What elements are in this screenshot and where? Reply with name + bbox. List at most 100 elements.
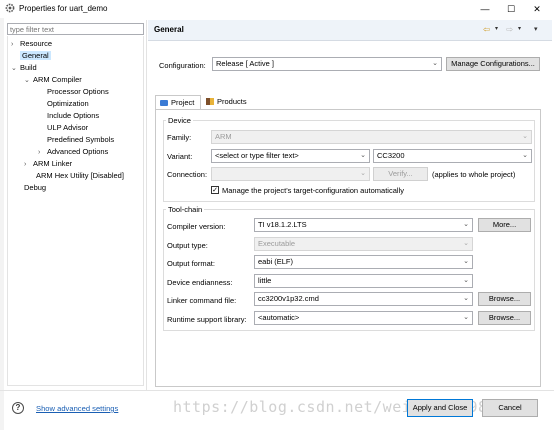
manage-target-checkbox[interactable]: ✓ [211, 186, 219, 194]
variant-label: Variant: [167, 152, 193, 161]
chevron-down-icon[interactable]: ⌄ [24, 75, 33, 87]
variant-filter-text: <select or type filter text> [215, 151, 299, 160]
tree-item-arm-linker[interactable]: › ARM Linker [24, 158, 72, 170]
runtime-library-value: <automatic> [258, 313, 300, 322]
tree-item-label: Debug [24, 183, 47, 192]
runtime-library-label: Runtime support library: [167, 315, 247, 324]
tree-item-debug[interactable]: Debug [24, 182, 46, 194]
back-history-dropdown[interactable]: ▾ [495, 25, 498, 32]
family-value: ARM [215, 132, 232, 141]
tree-item-processor-options[interactable]: Processor Options [47, 86, 109, 98]
manage-target-label: Manage the project's target-configuratio… [222, 186, 404, 195]
page-header: General ⇦ ▾ ⇨ ▾ ▾ [148, 20, 552, 41]
tree-item-advanced-options[interactable]: › Advanced Options [38, 146, 108, 158]
tree-item-general[interactable]: General [20, 50, 51, 62]
apply-and-close-button[interactable]: Apply and Close [407, 399, 473, 417]
window-title: Properties for uart_demo [19, 4, 108, 13]
tab-project[interactable]: Project [155, 95, 201, 110]
page-title: General [154, 25, 184, 34]
tab-label: Products [217, 97, 247, 106]
tree-item-build[interactable]: ⌄ Build [11, 62, 37, 74]
panel-splitter[interactable] [146, 20, 147, 390]
tree-item-label: ARM Hex Utility [Disabled] [36, 171, 124, 180]
tree-item-label: ULP Advisor [47, 123, 89, 132]
browse-linker-button[interactable]: Browse... [478, 292, 531, 306]
endianness-label: Device endianness: [167, 278, 233, 287]
back-arrow-icon[interactable]: ⇦ [483, 24, 490, 35]
chevron-right-icon[interactable]: › [11, 39, 20, 51]
verify-button[interactable]: Verify... [373, 167, 428, 181]
minimize-button[interactable]: — [472, 0, 498, 18]
tree-item-label: General [20, 51, 51, 60]
compiler-version-select[interactable]: TI v18.1.2.LTS ⌄ [254, 218, 473, 232]
chevron-down-icon: ⌄ [463, 240, 469, 247]
cancel-button[interactable]: Cancel [482, 399, 538, 417]
device-group-title: Device [166, 116, 193, 125]
tree-item-label: Build [20, 63, 37, 72]
configuration-select[interactable]: Release [ Active ] ⌄ [212, 57, 442, 71]
variant-select[interactable]: CC3200 ⌄ [373, 149, 532, 163]
tree-item-arm-hex-utility[interactable]: ARM Hex Utility [Disabled] [36, 170, 124, 182]
applies-note: (applies to whole project) [432, 170, 516, 179]
endianness-select[interactable]: little ⌄ [254, 274, 473, 288]
tree-filter-input[interactable] [8, 24, 143, 34]
tree-item-label: Include Options [47, 111, 100, 120]
gear-icon [5, 3, 15, 13]
tab-label: Project [171, 98, 195, 107]
help-icon[interactable]: ? [12, 402, 24, 414]
forward-arrow-icon[interactable]: ⇨ [506, 24, 513, 35]
close-button[interactable]: ✕ [524, 0, 550, 18]
tree-item-label: ARM Linker [33, 159, 73, 168]
tree-item-label: Optimization [47, 99, 89, 108]
chevron-down-icon: ⌄ [463, 295, 469, 302]
chevron-down-icon: ⌄ [463, 277, 469, 284]
view-menu-icon[interactable]: ▾ [534, 25, 538, 33]
property-page-tree: › Resource General ⌄ Build ⌄ ARM Compiler P… [7, 36, 144, 386]
forward-history-dropdown[interactable]: ▾ [518, 25, 521, 32]
connection-select[interactable]: ⌄ [211, 167, 370, 181]
runtime-library-combo[interactable]: <automatic> ⌄ [254, 311, 473, 325]
toolchain-group-title: Tool-chain [166, 205, 205, 214]
tree-item-optimization[interactable]: Optimization [47, 98, 89, 110]
tree-item-arm-compiler[interactable]: ⌄ ARM Compiler [24, 74, 82, 86]
chevron-down-icon: ⌄ [463, 258, 469, 265]
output-type-select[interactable]: Executable ⌄ [254, 237, 473, 251]
tree-item-label: ARM Compiler [33, 75, 82, 84]
tree-item-label: Predefined Symbols [47, 135, 115, 144]
folder-icon [160, 100, 168, 106]
linker-command-file-value: cc3200v1p32.cmd [258, 294, 319, 303]
chevron-down-icon: ⌄ [360, 170, 366, 177]
tree-item-resource[interactable]: › Resource [11, 38, 52, 50]
tree-item-ulp-advisor[interactable]: ULP Advisor [47, 122, 88, 134]
chevron-down-icon: ⌄ [463, 314, 469, 321]
family-select[interactable]: ARM ⌄ [211, 130, 532, 144]
compiler-version-value: TI v18.1.2.LTS [258, 220, 307, 229]
more-button[interactable]: More... [478, 218, 531, 232]
compiler-version-label: Compiler version: [167, 222, 226, 231]
products-icon [206, 98, 214, 105]
tab-products[interactable]: Products [202, 95, 251, 109]
manage-configurations-button[interactable]: Manage Configurations... [446, 57, 540, 71]
output-type-label: Output type: [167, 241, 208, 250]
show-advanced-settings-link[interactable]: Show advanced settings [36, 404, 118, 413]
linker-command-file-label: Linker command file: [167, 296, 237, 305]
background-window-edge [0, 18, 4, 430]
tree-item-label: Advanced Options [47, 147, 109, 156]
footer-divider [0, 390, 554, 391]
chevron-down-icon: ⌄ [432, 60, 438, 67]
chevron-down-icon[interactable]: ⌄ [11, 63, 20, 75]
chevron-down-icon: ⌄ [522, 152, 528, 159]
browse-runtime-button[interactable]: Browse... [478, 311, 531, 325]
tree-item-include-options[interactable]: Include Options [47, 110, 99, 122]
chevron-down-icon: ⌄ [522, 133, 528, 140]
variant-filter-combo[interactable]: <select or type filter text> ⌄ [211, 149, 370, 163]
output-format-value: eabi (ELF) [258, 257, 294, 266]
linker-command-file-combo[interactable]: cc3200v1p32.cmd ⌄ [254, 292, 473, 306]
filter-box[interactable] [7, 23, 144, 35]
connection-label: Connection: [167, 170, 208, 179]
variant-value: CC3200 [377, 151, 405, 160]
chevron-right-icon[interactable]: › [24, 159, 33, 171]
output-format-select[interactable]: eabi (ELF) ⌄ [254, 255, 473, 269]
maximize-button[interactable]: ☐ [498, 0, 524, 18]
tree-item-predefined-symbols[interactable]: Predefined Symbols [47, 134, 114, 146]
